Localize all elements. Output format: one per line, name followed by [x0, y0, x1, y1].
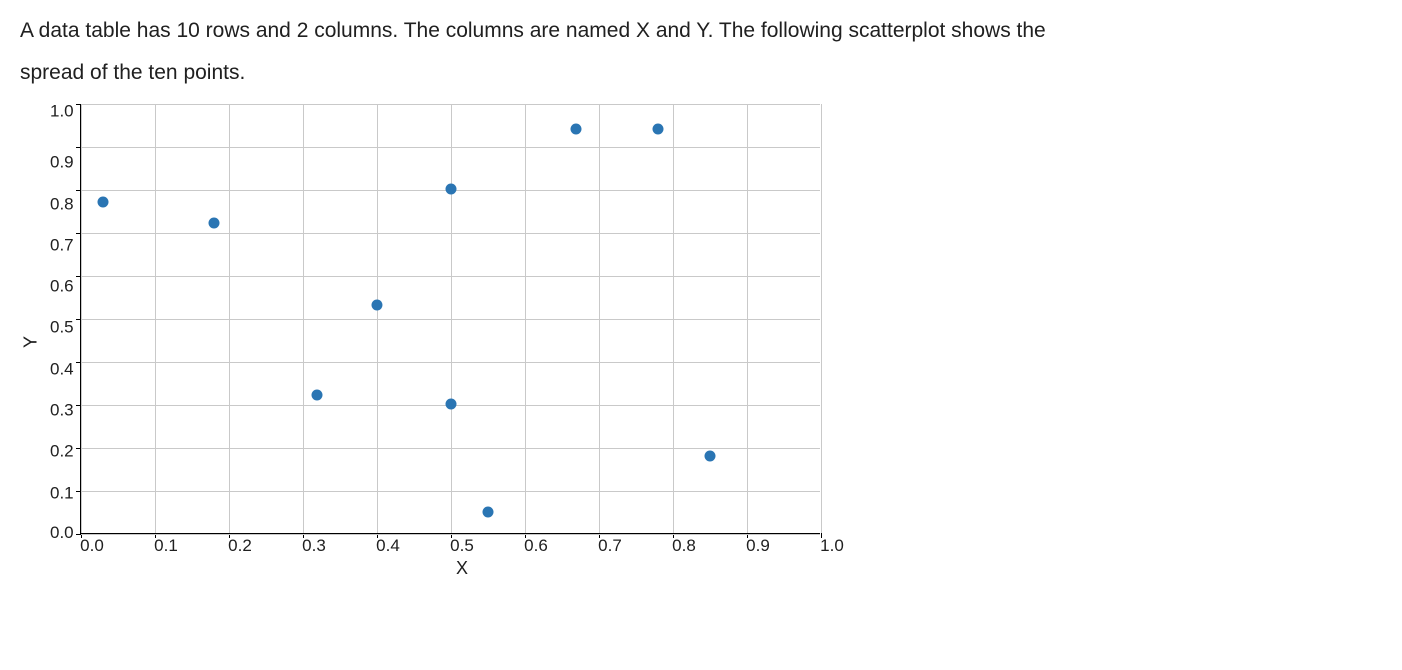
- grid-line-horizontal: [81, 319, 820, 320]
- tick-mark: [76, 448, 81, 449]
- y-tick-label: 0.6: [50, 278, 74, 295]
- y-tick-label: 0.7: [50, 236, 74, 253]
- problem-description: A data table has 10 rows and 2 columns. …: [20, 10, 1320, 94]
- y-tick-label: 0.1: [50, 484, 74, 501]
- data-point: [445, 399, 456, 410]
- tick-mark: [76, 233, 81, 234]
- grid-line-horizontal: [81, 491, 820, 492]
- grid-line-horizontal: [81, 448, 820, 449]
- plot-area: [80, 104, 820, 534]
- y-tick-label: 0.9: [50, 154, 74, 171]
- data-point: [97, 196, 108, 207]
- x-tick-label: 0.1: [154, 536, 178, 556]
- tick-mark: [76, 276, 81, 277]
- grid-line-vertical: [821, 104, 822, 533]
- x-tick-label: 0.8: [672, 536, 696, 556]
- grid-line-horizontal: [81, 147, 820, 148]
- data-point: [571, 123, 582, 134]
- data-point: [652, 123, 663, 134]
- y-tick-label: 0.8: [50, 195, 74, 212]
- y-tick-label: 0.5: [50, 319, 74, 336]
- y-tick-label: 0.0: [50, 524, 74, 541]
- tick-mark: [76, 491, 81, 492]
- grid-line-horizontal: [81, 362, 820, 363]
- tick-mark: [76, 362, 81, 363]
- tick-mark: [76, 319, 81, 320]
- x-tick-label: 0.5: [450, 536, 474, 556]
- tick-mark: [76, 104, 81, 105]
- x-tick-label: 0.7: [598, 536, 622, 556]
- y-tick-label: 0.2: [50, 443, 74, 460]
- grid-line-horizontal: [81, 233, 820, 234]
- x-tick-label: 0.2: [228, 536, 252, 556]
- grid-line-horizontal: [81, 276, 820, 277]
- x-tick-label: 0.4: [376, 536, 400, 556]
- desc-line-2: spread of the ten points.: [20, 61, 245, 84]
- y-axis-label: Y: [21, 335, 42, 347]
- x-tick-label: 0.3: [302, 536, 326, 556]
- data-point: [482, 506, 493, 517]
- y-tick-label: 0.3: [50, 402, 74, 419]
- grid-line-horizontal: [81, 104, 820, 105]
- data-point: [445, 184, 456, 195]
- data-point: [371, 300, 382, 311]
- x-tick-label: 0.0: [80, 536, 104, 556]
- tick-mark: [76, 534, 81, 535]
- x-tick-label: 0.6: [524, 536, 548, 556]
- scatter-chart: Y 1.00.90.80.70.60.50.40.30.20.10.0 0.00…: [50, 104, 1382, 579]
- tick-mark: [76, 190, 81, 191]
- x-axis-label: X: [92, 558, 832, 579]
- desc-line-1: A data table has 10 rows and 2 columns. …: [20, 19, 1046, 42]
- y-tick-label: 0.4: [50, 360, 74, 377]
- data-point: [208, 218, 219, 229]
- x-tick-label: 0.9: [746, 536, 770, 556]
- x-axis-ticks: 0.00.10.20.30.40.50.60.70.80.91.0: [92, 534, 832, 556]
- tick-mark: [76, 405, 81, 406]
- x-tick-label: 1.0: [820, 536, 844, 556]
- data-point: [704, 450, 715, 461]
- y-tick-label: 1.0: [50, 102, 74, 119]
- tick-mark: [76, 147, 81, 148]
- data-point: [312, 390, 323, 401]
